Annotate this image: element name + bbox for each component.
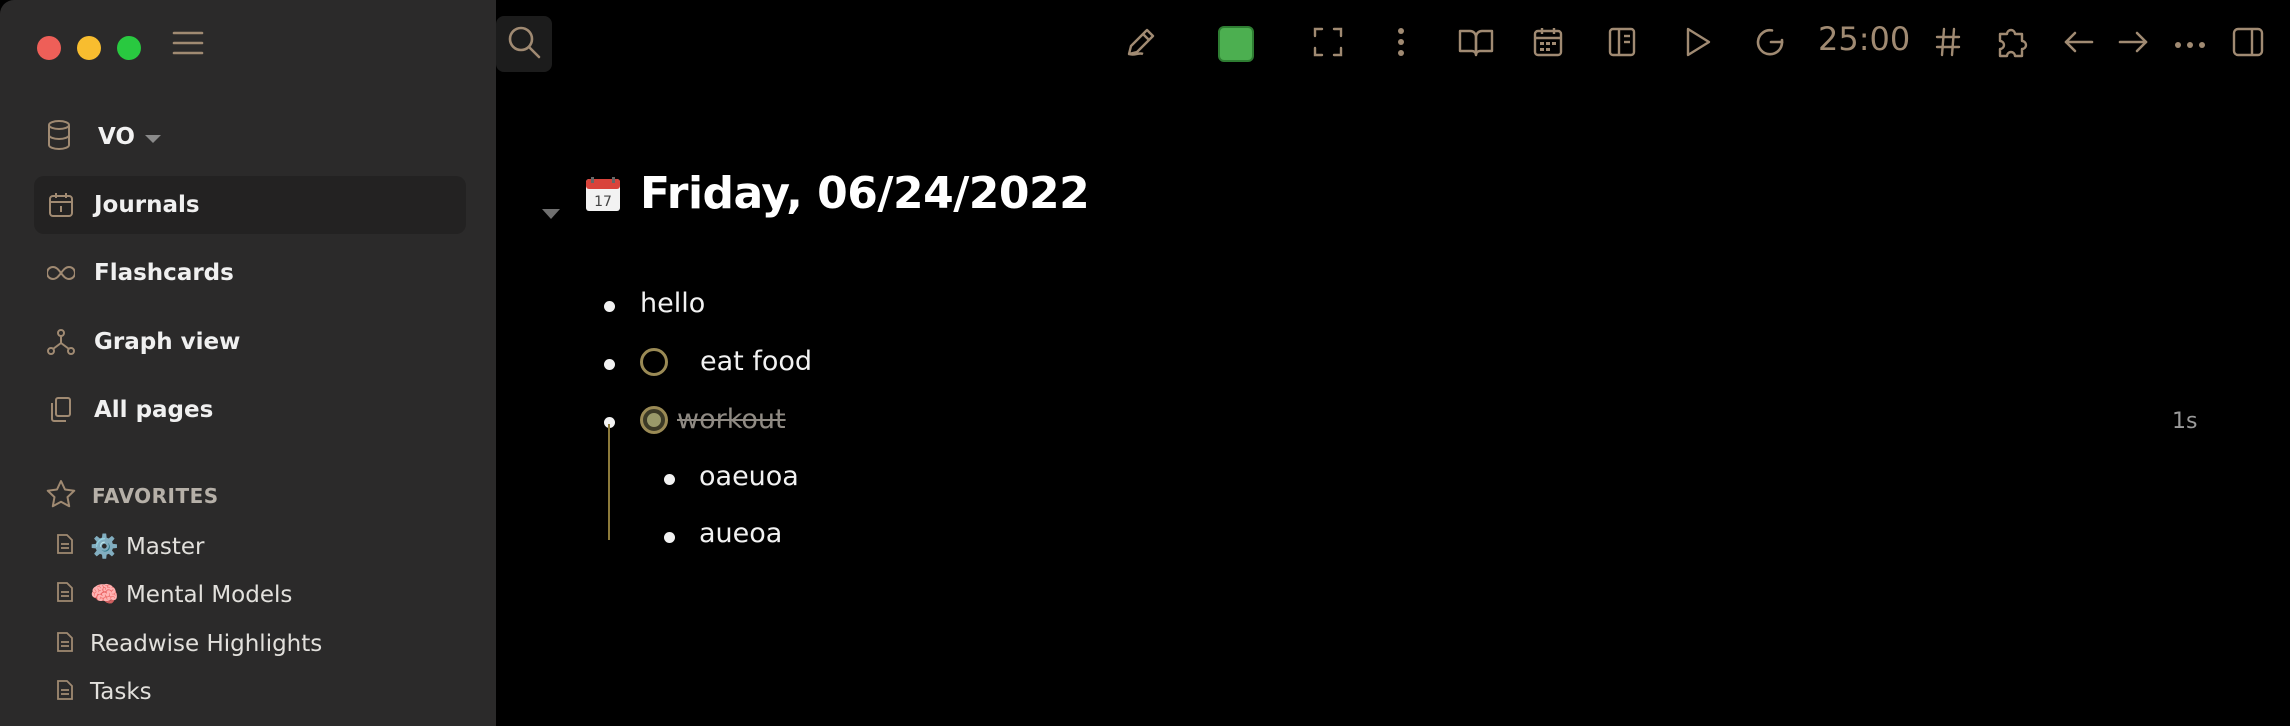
- block-text-hello[interactable]: hello: [640, 288, 705, 319]
- repo-name: VO: [98, 124, 135, 150]
- page-icon: [56, 533, 74, 559]
- calendar-icon: [1532, 26, 1564, 62]
- favorite-item-tasks[interactable]: Tasks: [56, 677, 152, 707]
- tags-button[interactable]: [1930, 22, 1966, 66]
- search-button[interactable]: [496, 16, 552, 72]
- sidebar-item-label: Flashcards: [94, 260, 234, 286]
- favorite-item-label: Readwise Highlights: [90, 631, 323, 657]
- pencil-button[interactable]: [1118, 22, 1164, 66]
- sidebar-item-label: All pages: [94, 397, 214, 423]
- block-text-workout[interactable]: workout: [677, 404, 786, 435]
- plugins-button[interactable]: [1990, 22, 2034, 66]
- calendar-icon: [46, 190, 76, 220]
- calendar-button[interactable]: [1528, 22, 1568, 66]
- todo-checkbox[interactable]: [640, 348, 668, 376]
- puzzle-icon: [1994, 24, 2030, 64]
- arrow-left-icon: [2062, 30, 2094, 58]
- more-horizontal-icon: [2174, 35, 2206, 54]
- play-icon: [1684, 26, 1712, 62]
- right-sidebar-toggle[interactable]: [2228, 22, 2268, 66]
- sidebar-item-all-pages[interactable]: All pages: [34, 381, 466, 439]
- fullscreen-icon: [1312, 26, 1344, 62]
- block-text-aueoa[interactable]: aueoa: [699, 518, 782, 549]
- favorite-item-readwise-highlights[interactable]: Readwise Highlights: [56, 629, 322, 659]
- page-icon: [56, 631, 74, 657]
- block-text-eat-food[interactable]: eat food: [700, 346, 812, 377]
- sidebar-item-journals[interactable]: Journals: [34, 176, 466, 234]
- block-bullet[interactable]: [664, 532, 675, 543]
- hash-icon: [1935, 27, 1961, 61]
- sidebar-item-label: Graph view: [94, 329, 241, 355]
- block-bullet[interactable]: [604, 359, 615, 370]
- play-button[interactable]: [1678, 22, 1718, 66]
- arrow-right-icon: [2118, 30, 2150, 58]
- page-title: Friday, 06/24/2022: [640, 168, 1090, 219]
- pencil-icon: [1123, 24, 1159, 64]
- star-icon: [46, 479, 76, 513]
- favorite-item-label: 🧠 Mental Models: [90, 581, 293, 608]
- done-checkbox[interactable]: [640, 406, 668, 434]
- calendar-emoji-icon: 17: [585, 176, 621, 212]
- color-swatch-button[interactable]: [1216, 22, 1256, 66]
- page-icon: [56, 679, 74, 705]
- elapsed-time: 1s: [2172, 409, 2198, 434]
- database-icon: [46, 120, 72, 154]
- more-vertical-icon: [1396, 27, 1406, 61]
- refresh-icon: [1754, 26, 1786, 62]
- block-text-oaeuoa[interactable]: oaeuoa: [699, 461, 799, 492]
- fullscreen-button[interactable]: [1306, 22, 1350, 66]
- maximize-window-button[interactable]: [117, 36, 141, 60]
- collapse-arrow-icon[interactable]: [542, 209, 560, 219]
- infinity-icon: [46, 258, 76, 288]
- page-icon: [56, 581, 74, 607]
- sidebar-item-flashcards[interactable]: Flashcards: [34, 244, 466, 302]
- chevron-down-icon: [144, 135, 161, 143]
- graph-icon: [46, 327, 76, 357]
- search-icon: [506, 24, 542, 64]
- block-bullet[interactable]: [604, 301, 615, 312]
- book-open-icon: [1458, 27, 1494, 61]
- repo-selector[interactable]: VO: [46, 120, 161, 154]
- book-open-button[interactable]: [1454, 22, 1498, 66]
- more-horizontal-button[interactable]: [2170, 22, 2210, 66]
- sidebar-item-label: Journals: [94, 192, 200, 218]
- pages-icon: [46, 395, 76, 425]
- favorite-item-label: ⚙️ Master: [90, 533, 205, 560]
- sidebar-item-graph-view[interactable]: Graph view: [34, 313, 466, 371]
- pomodoro-timer[interactable]: 25:00: [1818, 20, 1910, 58]
- refresh-button[interactable]: [1748, 22, 1792, 66]
- children-thread-line: [608, 424, 610, 540]
- go-back-button[interactable]: [2058, 22, 2098, 66]
- favorites-header[interactable]: FAVORITES: [46, 480, 219, 512]
- notebook-button[interactable]: [1602, 22, 1642, 66]
- notebook-icon: [1607, 26, 1637, 62]
- svg-text:17: 17: [594, 194, 612, 210]
- favorite-item-mental-models[interactable]: 🧠 Mental Models: [56, 579, 292, 609]
- color-swatch: [1218, 26, 1254, 62]
- close-window-button[interactable]: [37, 36, 61, 60]
- favorite-item-label: Tasks: [90, 679, 152, 705]
- favorite-item-master[interactable]: ⚙️ Master: [56, 531, 205, 561]
- minimize-window-button[interactable]: [77, 36, 101, 60]
- favorites-label: FAVORITES: [92, 484, 219, 508]
- sidebar-toggle-icon: [2232, 27, 2264, 61]
- hamburger-menu-icon[interactable]: [172, 30, 204, 56]
- more-vertical-button[interactable]: [1386, 22, 1416, 66]
- block-bullet[interactable]: [664, 474, 675, 485]
- go-forward-button[interactable]: [2114, 22, 2154, 66]
- left-sidebar: VO Journals Flashcards Graph view All pa…: [0, 0, 496, 726]
